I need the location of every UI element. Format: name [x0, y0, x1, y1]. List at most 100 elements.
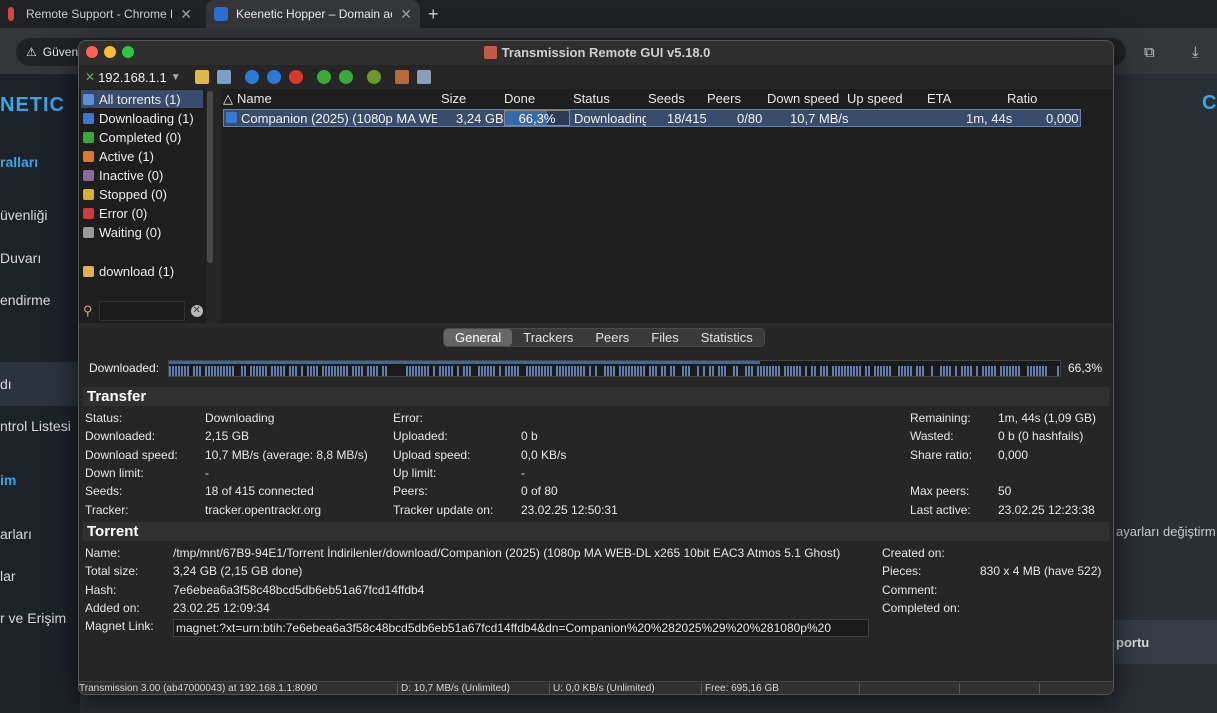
- download-icon[interactable]: ⤓: [1192, 44, 1199, 61]
- piece-segment: [964, 366, 966, 376]
- start-icon[interactable]: [244, 70, 259, 84]
- add-link-icon[interactable]: [216, 70, 231, 84]
- piece-segment: [256, 366, 258, 376]
- downloading-icon: [83, 112, 94, 124]
- keenetic-header-icon[interactable]: C: [1202, 92, 1216, 115]
- host-selector[interactable]: ✕ 192.168.1.1 ▼: [85, 70, 181, 85]
- table-row[interactable]: Companion (2025) (1080p MA WEB 3,24 GB 6…: [223, 109, 1081, 127]
- piece-segment: [562, 366, 564, 376]
- piece-segment: [313, 366, 315, 376]
- close-icon[interactable]: ✕: [392, 6, 412, 23]
- turtle-mode-icon[interactable]: [366, 70, 381, 84]
- piece-segment: [619, 366, 621, 376]
- keenetic-nav-item[interactable]: ntrol Listesi: [0, 418, 71, 434]
- filter-stopped[interactable]: Stopped (0): [81, 185, 203, 203]
- tab-trackers[interactable]: Trackers: [512, 329, 584, 346]
- tab-files[interactable]: Files: [640, 329, 689, 346]
- splitter[interactable]: [79, 323, 1113, 327]
- info-label: Hash:: [85, 582, 117, 597]
- filter-completed[interactable]: Completed (0): [81, 128, 203, 146]
- piece-segment: [517, 366, 519, 376]
- filter-downloading[interactable]: Downloading (1): [81, 109, 203, 127]
- filter-folder-download[interactable]: download (1): [81, 262, 203, 280]
- remove-icon[interactable]: [288, 70, 303, 84]
- new-tab-button[interactable]: +: [428, 4, 439, 25]
- sidebar-scrollbar[interactable]: [207, 91, 213, 263]
- open-torrent-icon[interactable]: [194, 70, 209, 84]
- piece-segment: [487, 366, 489, 376]
- piece-segment: [265, 366, 267, 376]
- browser-tab-remote-support[interactable]: Remote Support - Chrome Re ✕: [0, 0, 200, 28]
- filter-all-torrents[interactable]: All torrents (1): [81, 90, 203, 108]
- info-label: Magnet Link:: [85, 619, 154, 634]
- piece-segment: [976, 366, 978, 376]
- piece-segment: [721, 366, 723, 376]
- piece-segment: [568, 366, 570, 376]
- piece-segment: [820, 366, 822, 376]
- piece-segment: [724, 366, 726, 376]
- piece-segment: [766, 366, 768, 376]
- settings-icon[interactable]: [416, 70, 431, 84]
- piece-segment: [484, 366, 486, 376]
- filter-error[interactable]: Error (0): [81, 204, 203, 222]
- piece-segment: [898, 366, 900, 376]
- tab-statistics[interactable]: Statistics: [690, 329, 764, 346]
- keenetic-nav-item-selected[interactable]: dı: [0, 362, 80, 406]
- column-done[interactable]: Done: [504, 91, 535, 106]
- pause-icon[interactable]: [266, 70, 281, 84]
- keenetic-nav-item[interactable]: lar: [0, 568, 16, 584]
- keenetic-nav-item[interactable]: endirme: [0, 292, 51, 308]
- column-status[interactable]: Status: [573, 91, 610, 106]
- error-icon: [83, 207, 94, 219]
- info-value: 0,000: [998, 447, 1029, 462]
- piece-segment: [856, 366, 858, 376]
- keenetic-nav-item[interactable]: arları: [0, 526, 32, 542]
- piece-segment: [907, 366, 909, 376]
- info-value: tracker.opentrackr.org: [205, 502, 322, 517]
- piece-segment: [175, 366, 177, 376]
- move-up-icon[interactable]: [316, 70, 331, 84]
- keenetic-nav-item[interactable]: Duvarı: [0, 250, 41, 266]
- piece-segment: [280, 366, 282, 376]
- column-eta[interactable]: ETA: [927, 91, 951, 106]
- piece-segment: [493, 366, 495, 376]
- keenetic-nav-item[interactable]: üvenliği: [0, 207, 47, 223]
- tab-peers[interactable]: Peers: [584, 329, 640, 346]
- filter-inactive[interactable]: Inactive (0): [81, 166, 203, 184]
- torrent-options-icon[interactable]: [394, 70, 409, 84]
- move-down-icon[interactable]: [338, 70, 353, 84]
- filter-waiting[interactable]: Waiting (0): [81, 223, 203, 241]
- column-peers[interactable]: Peers: [707, 91, 741, 106]
- tab-general[interactable]: General: [444, 329, 513, 346]
- piece-segment: [463, 366, 465, 376]
- torrent-progress-bar: 66,3%: [504, 110, 570, 126]
- piece-segment: [583, 366, 585, 376]
- piece-segment: [418, 366, 420, 376]
- column-size[interactable]: Size: [441, 91, 466, 106]
- column-name[interactable]: Name: [237, 91, 272, 106]
- keenetic-favicon-icon: [214, 7, 228, 21]
- browser-tab-keenetic[interactable]: Keenetic Hopper – Domain ac ✕: [206, 0, 420, 28]
- column-ratio[interactable]: Ratio: [1007, 91, 1037, 106]
- piece-segment: [442, 366, 444, 376]
- keenetic-nav-item[interactable]: im: [0, 472, 16, 488]
- close-icon[interactable]: ✕: [172, 6, 192, 23]
- piece-segment: [610, 366, 612, 376]
- piece-segment: [355, 366, 357, 376]
- column-up-speed[interactable]: Up speed: [847, 91, 903, 106]
- clear-search-icon[interactable]: ✕: [190, 305, 203, 317]
- piece-segment: [421, 366, 423, 376]
- filter-active[interactable]: Active (1): [81, 147, 203, 165]
- keenetic-nav-item[interactable]: r ve Erişim: [0, 610, 66, 626]
- keenetic-panel[interactable]: portu: [1096, 620, 1217, 664]
- keenetic-nav-item[interactable]: ralları: [0, 154, 38, 170]
- magnet-link-field[interactable]: magnet:?xt=urn:btih:7e6ebea6a3f58c48bcd5…: [173, 619, 869, 637]
- column-seeds[interactable]: Seeds: [648, 91, 685, 106]
- column-down-speed[interactable]: Down speed: [767, 91, 839, 106]
- info-label: Pieces:: [882, 564, 922, 579]
- piece-segment: [556, 366, 558, 376]
- search-input[interactable]: [98, 301, 185, 321]
- extensions-icon[interactable]: ⧉: [1144, 44, 1155, 61]
- info-label: Down limit:: [85, 465, 144, 480]
- piece-segment: [178, 366, 180, 376]
